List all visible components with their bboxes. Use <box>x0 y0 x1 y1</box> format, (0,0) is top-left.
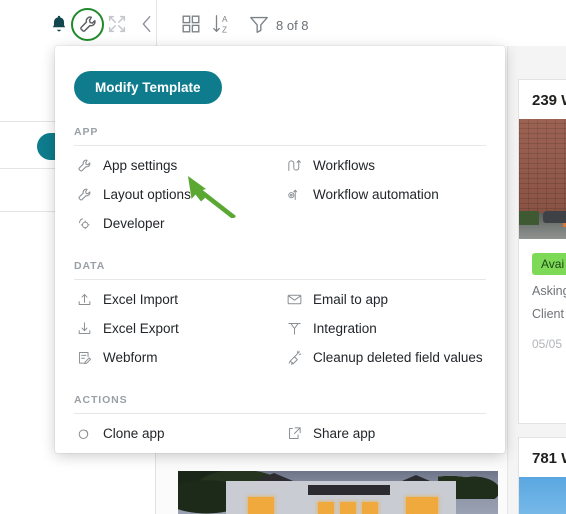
top-toolbar: A Z 8 of 8 <box>0 0 566 46</box>
menu-column-left: Clone app Delete app <box>74 419 274 453</box>
roof-center <box>308 485 390 495</box>
expand-icon[interactable] <box>106 13 128 35</box>
menu-item-share-app[interactable]: Share app <box>284 419 486 448</box>
window-lit <box>362 502 378 514</box>
divider <box>74 279 486 280</box>
menu-item-app-settings[interactable]: App settings <box>74 151 274 180</box>
wrench-icon <box>76 186 93 203</box>
integration-icon <box>286 320 303 337</box>
menu-item-label: Excel Import <box>103 292 179 307</box>
menu-item-label: Clone app <box>103 426 165 441</box>
svg-text:A: A <box>222 15 228 24</box>
app-menu-dropdown: Modify Template APP App settings Layout … <box>55 46 505 453</box>
form-pencil-icon <box>76 349 93 366</box>
menu-column-right: Workflows Workflow automation <box>284 151 486 238</box>
card-photo-brick-building <box>519 119 566 239</box>
status-badge: Avai <box>532 253 566 275</box>
upload-icon <box>76 291 93 308</box>
menu-item-delete-app[interactable]: Delete app <box>74 448 274 453</box>
workflow-arrows-icon <box>286 157 303 174</box>
record-count-label: 8 of 8 <box>276 18 309 33</box>
menu-column-left: Excel Import Excel Export Webform <box>74 285 274 372</box>
menu-item-excel-import[interactable]: Excel Import <box>74 285 274 314</box>
window-lit <box>406 497 438 514</box>
section-heading: ACTIONS <box>74 394 128 406</box>
share-icon <box>286 425 303 442</box>
menu-item-workflows[interactable]: Workflows <box>284 151 486 180</box>
card-asking-line: Asking <box>532 284 566 298</box>
download-icon <box>76 320 93 337</box>
menu-column-right: Email to app Integration Cleanup deleted… <box>284 285 486 372</box>
svg-text:Z: Z <box>222 25 227 34</box>
menu-item-label: Workflows <box>313 158 376 173</box>
window-lit <box>248 497 274 514</box>
menu-item-label: Cleanup deleted field values <box>313 350 483 365</box>
menu-section-app: APP App settings Layout options Develope… <box>74 104 486 238</box>
menu-section-data: DATA Excel Import Excel Export Webform E… <box>74 238 486 372</box>
menu-item-label: Excel Export <box>103 321 179 336</box>
menu-item-archive-app[interactable]: Archive app <box>284 448 486 453</box>
menu-item-label: Email to app <box>313 292 389 307</box>
clone-icon <box>76 425 93 442</box>
cards-column: 239 W Avai Asking Client 05/05 781 W <box>508 0 566 514</box>
menu-item-layout-options[interactable]: Layout options <box>74 180 274 209</box>
wrench-icon <box>76 157 93 174</box>
menu-item-integration[interactable]: Integration <box>284 314 486 343</box>
chevron-left-icon[interactable] <box>136 13 158 35</box>
card-title: 781 W <box>532 450 566 467</box>
menu-item-label: Integration <box>313 321 377 336</box>
envelope-icon <box>286 291 303 308</box>
sort-az-icon[interactable]: A Z <box>211 13 233 35</box>
bell-icon[interactable] <box>48 13 70 35</box>
wrench-icon[interactable] <box>77 13 99 35</box>
menu-item-label: Workflow automation <box>313 187 439 202</box>
menu-item-developer[interactable]: Developer <box>74 209 274 238</box>
property-photo-house <box>178 471 498 514</box>
broom-icon <box>286 349 303 366</box>
divider <box>74 145 486 146</box>
menu-item-excel-export[interactable]: Excel Export <box>74 314 274 343</box>
menu-item-label: Share app <box>313 426 376 441</box>
menu-item-email-to-app[interactable]: Email to app <box>284 285 486 314</box>
menu-item-workflow-automation[interactable]: Workflow automation <box>284 180 486 209</box>
menu-column-left: App settings Layout options Developer <box>74 151 274 238</box>
card-client-line: Client <box>532 307 564 321</box>
menu-item-cleanup-deleted-field-values[interactable]: Cleanup deleted field values <box>284 343 486 372</box>
menu-item-clone-app[interactable]: Clone app <box>74 419 274 448</box>
window-lit <box>318 502 334 514</box>
menu-item-label: Webform <box>103 350 158 365</box>
parked-car <box>543 211 566 223</box>
menu-column-right: Share app Archive app <box>284 419 486 453</box>
section-heading: DATA <box>74 260 106 272</box>
menu-item-label: App settings <box>103 158 178 173</box>
section-heading: APP <box>74 126 99 138</box>
divider <box>74 413 486 414</box>
code-gear-icon <box>76 215 93 232</box>
modify-template-button[interactable]: Modify Template <box>74 71 222 104</box>
gear-arrow-icon <box>286 186 303 203</box>
planter <box>519 211 539 225</box>
app-root: S 239 W <box>0 0 566 514</box>
menu-item-webform[interactable]: Webform <box>74 343 274 372</box>
card-date: 05/05 <box>532 337 563 351</box>
grid-view-icon[interactable] <box>180 13 202 35</box>
card-title: 239 W <box>532 92 566 109</box>
card-photo-sky <box>519 477 566 514</box>
window-lit <box>340 502 356 514</box>
property-card[interactable]: 781 W <box>518 437 566 514</box>
filter-funnel-icon[interactable] <box>248 13 270 35</box>
property-card[interactable]: 239 W Avai Asking Client 05/05 <box>518 79 566 424</box>
menu-section-actions: ACTIONS Clone app Share app <box>74 372 486 453</box>
menu-item-label: Layout options <box>103 187 191 202</box>
menu-item-label: Developer <box>103 216 165 231</box>
